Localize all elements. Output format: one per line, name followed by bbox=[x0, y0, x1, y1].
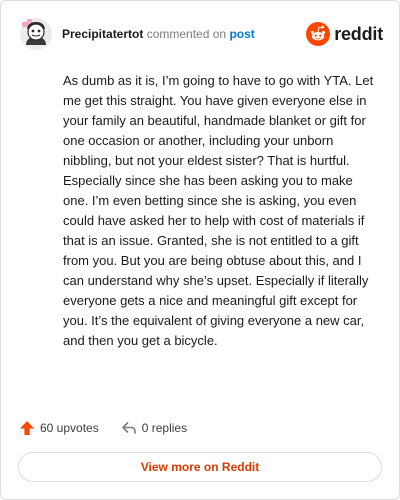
upvotes-label: 60 upvotes bbox=[40, 421, 99, 435]
upvotes-stat[interactable]: 60 upvotes bbox=[19, 420, 99, 436]
view-more-button[interactable]: View more on Reddit bbox=[18, 452, 382, 482]
reddit-logo-icon bbox=[306, 22, 331, 46]
comment-body: As dumb as it is, I’m going to have to g… bbox=[63, 73, 374, 348]
replies-label: 0 replies bbox=[141, 421, 188, 435]
comment-stats: 60 upvotes 0 replies bbox=[19, 417, 187, 439]
commented-on-label: commented on bbox=[146, 27, 227, 41]
reddit-wordmark: reddit bbox=[334, 23, 383, 44]
comment-header: Precipitatertot commented on post reddit bbox=[19, 17, 383, 51]
reddit-comment-card: Precipitatertot commented on post reddit… bbox=[0, 0, 400, 500]
comment-byline: Precipitatertot commented on post bbox=[62, 27, 255, 41]
replies-stat[interactable]: 0 replies bbox=[121, 420, 187, 436]
reddit-brand[interactable]: reddit bbox=[306, 21, 383, 47]
upvote-arrow-icon bbox=[20, 421, 34, 435]
username-link[interactable]: Precipitatertot bbox=[62, 27, 143, 41]
user-avatar[interactable] bbox=[19, 17, 53, 51]
post-link[interactable]: post bbox=[229, 27, 254, 41]
reply-arrow-icon bbox=[121, 422, 136, 434]
snoo-avatar-icon bbox=[20, 18, 52, 50]
